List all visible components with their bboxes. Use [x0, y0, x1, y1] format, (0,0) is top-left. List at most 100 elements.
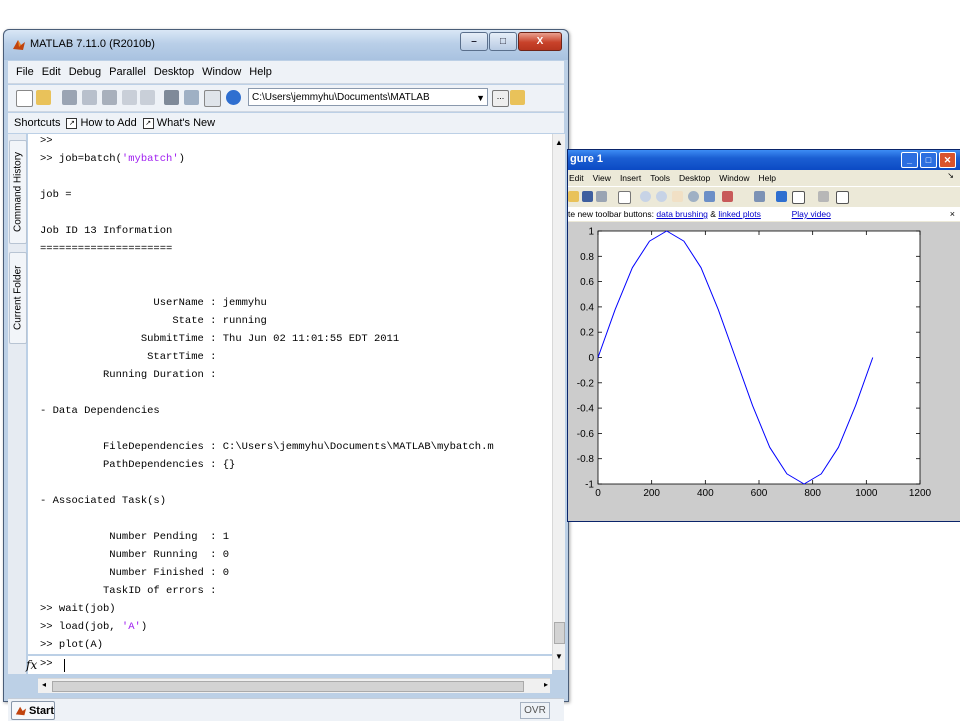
figure-menu-insert[interactable]: Insert	[620, 173, 641, 183]
matlab-toolbar: C:\Users\jemmyhu\Documents\MATLAB ▼ ...	[8, 85, 564, 112]
matlab-menu-bar: File Edit Debug Parallel Desktop Window …	[8, 61, 564, 84]
chevron-down-icon[interactable]: ▼	[476, 89, 485, 107]
figure-menu-tools[interactable]: Tools	[650, 173, 670, 183]
shortcut-how-to-add[interactable]: ↗ How to Add	[66, 117, 137, 129]
vertical-scrollbar[interactable]: ▲ ▼	[552, 134, 565, 670]
tab-command-history[interactable]: Command History	[9, 140, 27, 244]
current-folder-path: C:\Users\jemmyhu\Documents\MATLAB	[252, 92, 430, 103]
data-cursor-icon[interactable]	[704, 191, 715, 202]
y-tick-label: -0.6	[577, 429, 595, 440]
command-output-line: StartTime :	[40, 351, 217, 363]
overwrite-indicator: OVR	[520, 702, 550, 719]
figure-menu-view[interactable]: View	[593, 173, 611, 183]
cut-icon[interactable]	[62, 90, 77, 105]
play-video-link[interactable]: Play video	[792, 209, 831, 219]
open-folder-icon[interactable]	[568, 191, 579, 202]
dock-arrow-icon[interactable]: ↘	[947, 171, 954, 180]
redo-icon[interactable]	[140, 90, 155, 105]
figure-title-bar[interactable]: gure 1 _ □ ✕	[568, 150, 960, 170]
show-tools-icon[interactable]	[836, 191, 849, 204]
close-icon[interactable]: ×	[950, 207, 955, 221]
open-folder-icon[interactable]	[36, 90, 51, 105]
menu-desktop[interactable]: Desktop	[154, 66, 194, 78]
figure-menu-window[interactable]: Window	[719, 173, 749, 183]
status-bar: Start OVR	[8, 698, 564, 721]
start-button[interactable]: Start	[11, 701, 55, 720]
close-button[interactable]: X	[518, 32, 562, 51]
figure-menu-bar: Edit View Insert Tools Desktop Window He…	[568, 170, 960, 185]
command-output-line: >> load(job, 'A')	[40, 621, 148, 633]
scroll-left-icon[interactable]: ◂	[42, 680, 46, 689]
figure-close-button[interactable]: ✕	[939, 152, 956, 168]
maximize-button[interactable]: □	[489, 32, 517, 51]
linked-plots-link[interactable]: linked plots	[718, 209, 761, 219]
paste-icon[interactable]	[102, 90, 117, 105]
undo-icon[interactable]	[122, 90, 137, 105]
help-icon[interactable]	[226, 90, 241, 105]
print-icon[interactable]	[596, 191, 607, 202]
menu-file[interactable]: File	[16, 66, 34, 78]
profiler-icon[interactable]	[204, 90, 221, 107]
y-tick-label: -0.2	[577, 378, 595, 389]
copy-icon[interactable]	[82, 90, 97, 105]
scroll-up-icon[interactable]: ▲	[555, 138, 563, 147]
pointer-icon[interactable]	[618, 191, 631, 204]
menu-debug[interactable]: Debug	[69, 66, 101, 78]
link-plot-icon[interactable]	[754, 191, 765, 202]
shortcuts-bar: Shortcuts ↗ How to Add ↗ What's New	[8, 113, 564, 133]
browse-folder-button[interactable]: ...	[492, 90, 509, 107]
command-output-line: TaskID of errors :	[40, 585, 217, 597]
horizontal-scrollbar[interactable]: ◂ ▸	[38, 678, 550, 693]
x-tick-label: 600	[751, 488, 768, 499]
start-label: Start	[28, 704, 54, 717]
tab-current-folder[interactable]: Current Folder	[9, 252, 27, 344]
hide-tools-icon[interactable]	[818, 191, 829, 202]
menu-window[interactable]: Window	[202, 66, 241, 78]
current-folder-field[interactable]: C:\Users\jemmyhu\Documents\MATLAB ▼	[248, 88, 488, 106]
function-browser-icon[interactable]: fx	[26, 658, 37, 672]
command-window[interactable]: >> >> job=batch('mybatch') job = Job ID 13 …	[28, 134, 552, 654]
matlab-title-bar[interactable]: MATLAB 7.11.0 (R2010b) – □ X	[4, 30, 568, 60]
menu-help[interactable]: Help	[249, 66, 272, 78]
scroll-right-icon[interactable]: ▸	[544, 680, 548, 689]
y-tick-label: -1	[585, 480, 594, 491]
rotate-icon[interactable]	[688, 191, 699, 202]
guide-icon[interactable]	[184, 90, 199, 105]
matlab-logo-icon	[15, 706, 27, 715]
y-tick-label: 0.6	[580, 277, 594, 288]
figure-menu-desktop[interactable]: Desktop	[679, 173, 710, 183]
minimize-button[interactable]: –	[460, 32, 488, 51]
scroll-thumb[interactable]	[554, 622, 565, 644]
save-icon[interactable]	[582, 191, 593, 202]
hscroll-thumb[interactable]	[52, 681, 524, 692]
command-output-line: PathDependencies : {}	[40, 459, 236, 471]
command-output-line: >> plot(A)	[40, 639, 104, 651]
folder-up-icon[interactable]	[510, 90, 525, 105]
colorbar-icon[interactable]	[776, 191, 787, 202]
pan-icon[interactable]	[672, 191, 683, 202]
command-prompt: >>	[40, 658, 53, 670]
zoom-out-icon[interactable]	[656, 191, 667, 202]
legend-icon[interactable]	[792, 191, 805, 204]
new-file-icon[interactable]	[16, 90, 33, 107]
figure-menu-edit[interactable]: Edit	[569, 173, 584, 183]
zoom-in-icon[interactable]	[640, 191, 651, 202]
command-output-line: - Associated Task(s)	[40, 495, 167, 507]
command-output-line: - Data Dependencies	[40, 405, 160, 417]
menu-parallel[interactable]: Parallel	[109, 66, 146, 78]
prompt-row[interactable]: fx >>	[26, 656, 552, 674]
figure-window-title: gure 1	[570, 153, 604, 165]
data-brushing-link[interactable]: data brushing	[656, 209, 708, 219]
tip-ampersand: &	[710, 209, 716, 219]
simulink-icon[interactable]	[164, 90, 179, 105]
shortcut-whats-new[interactable]: ↗ What's New	[142, 117, 215, 129]
side-tab-strip: Command History Current Folder	[8, 134, 27, 674]
figure-menu-help[interactable]: Help	[758, 173, 775, 183]
shortcuts-label[interactable]: Shortcuts	[14, 117, 60, 129]
figure-maximize-button[interactable]: □	[920, 152, 937, 168]
y-tick-label: -0.8	[577, 454, 595, 465]
figure-minimize-button[interactable]: _	[901, 152, 918, 168]
scroll-down-icon[interactable]: ▼	[555, 652, 563, 661]
brush-icon[interactable]	[722, 191, 733, 202]
menu-edit[interactable]: Edit	[42, 66, 61, 78]
